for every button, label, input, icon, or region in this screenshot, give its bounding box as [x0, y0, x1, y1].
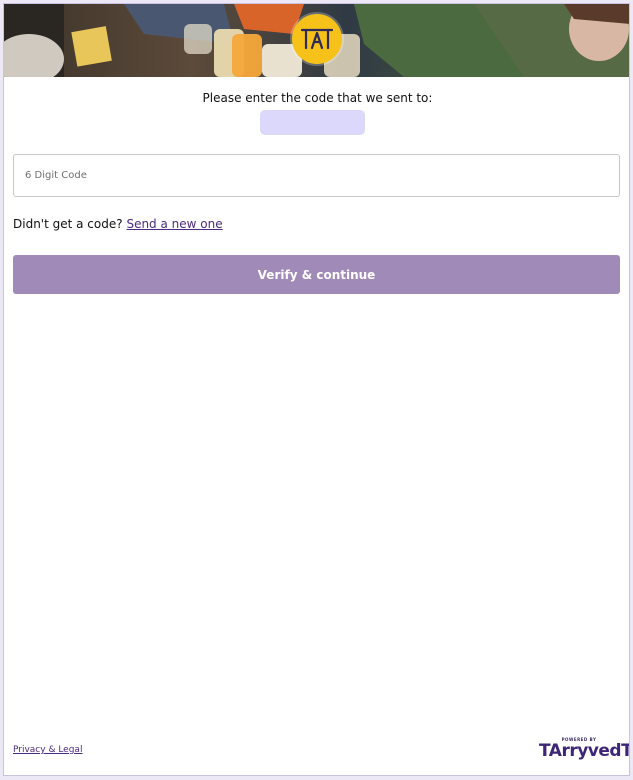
powered-by-logo: POWERED BY TArryvedT	[539, 737, 629, 761]
brand-logo	[292, 14, 342, 64]
resend-row: Didn't get a code? Send a new one	[13, 217, 223, 231]
tat-logo-icon	[300, 28, 334, 50]
send-new-code-link[interactable]: Send a new one	[126, 217, 222, 231]
hero-banner	[4, 4, 629, 77]
resend-prefix: Didn't get a code?	[13, 217, 123, 231]
verify-continue-button[interactable]: Verify & continue	[13, 255, 620, 294]
app-frame: Please enter the code that we sent to: D…	[3, 3, 630, 776]
arryved-brand-text: Arryved	[548, 741, 622, 761]
masked-contact-value	[260, 110, 365, 135]
verification-prompt: Please enter the code that we sent to:	[202, 91, 433, 105]
code-input[interactable]	[13, 154, 620, 197]
privacy-legal-link[interactable]: Privacy & Legal	[13, 745, 82, 755]
arryved-wordmark: TArryvedT	[539, 741, 629, 761]
